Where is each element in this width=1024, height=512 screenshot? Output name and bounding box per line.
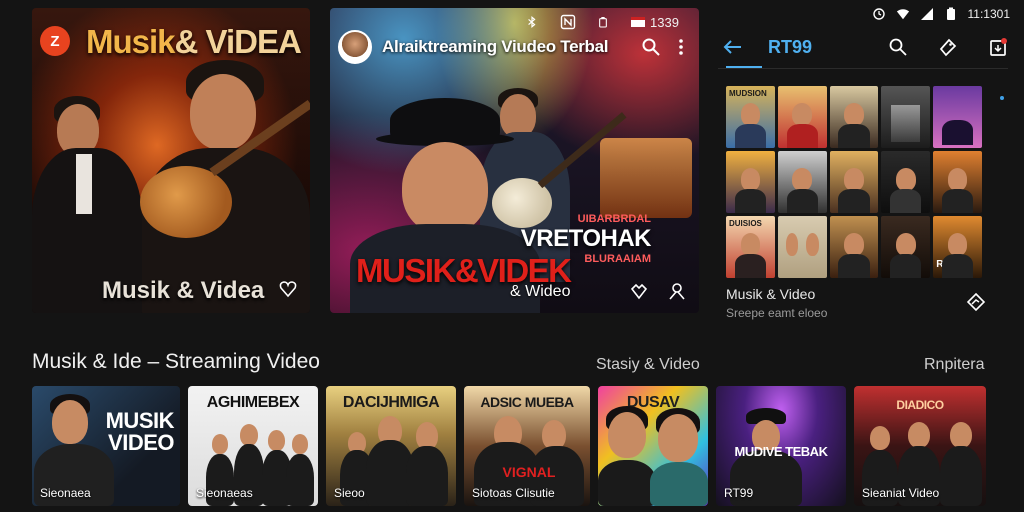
featured-left-caption: Musik & Videa xyxy=(102,277,265,304)
grid-tile[interactable] xyxy=(829,86,879,148)
toolbar-divider xyxy=(718,68,1008,69)
share-icon[interactable] xyxy=(966,292,986,312)
right-panel-toolbar: RT99 xyxy=(718,34,1008,60)
featured-mid-title: Alraiktreaming Viudeo Terbal xyxy=(382,37,609,56)
grid-tile[interactable]: DUISIOS xyxy=(726,216,775,278)
grid-tile[interactable] xyxy=(829,216,879,278)
share-icon[interactable] xyxy=(667,281,687,301)
tag-icon[interactable] xyxy=(938,37,958,57)
grid-tile[interactable] xyxy=(777,216,827,278)
status-bar-left: 1339 xyxy=(526,14,679,30)
status-time-left: 1339 xyxy=(650,14,679,30)
thumbnail-card[interactable]: AGHIMEBEX Sieonaeas xyxy=(188,386,318,506)
thumbnail-card[interactable]: DUSAV xyxy=(598,386,708,506)
right-panel: RT99 MUDSION DUISIOS RUIIO Musik & Video… xyxy=(718,0,1024,330)
featured-mid-header: Alraiktreaming Viudeo Terbal xyxy=(338,30,691,64)
grid-tile[interactable] xyxy=(881,216,931,278)
grid-tile[interactable] xyxy=(881,151,931,213)
row-see-all-link[interactable]: Rnpitera xyxy=(924,356,984,374)
featured-card-left[interactable]: Z Musik& ViDEA Musik & Videa xyxy=(32,8,310,313)
bluetooth-icon xyxy=(528,16,536,28)
right-panel-tools xyxy=(888,37,1008,57)
more-vertical-icon[interactable] xyxy=(671,37,691,57)
grid-tile[interactable] xyxy=(726,151,775,213)
grid-tile[interactable]: RUIIO xyxy=(933,216,982,278)
nfc-icon xyxy=(560,14,576,30)
thumbnail-card[interactable]: MUDIVE TEBAK RT99 xyxy=(716,386,846,506)
grid-tile[interactable] xyxy=(933,151,982,213)
tab-rt99[interactable]: RT99 xyxy=(768,37,812,58)
grid-tile[interactable] xyxy=(777,151,827,213)
search-icon[interactable] xyxy=(888,37,908,57)
grid-tile[interactable] xyxy=(881,86,931,148)
channel-avatar[interactable] xyxy=(338,30,372,64)
search-icon[interactable] xyxy=(641,37,661,57)
featured-card-mid[interactable]: Alraiktreaming Viudeo Terbal UIBARBRDAL … xyxy=(330,8,699,313)
poster-grid: MUDSION DUISIOS RUIIO xyxy=(726,86,982,278)
screen-icon xyxy=(631,17,645,27)
battery-small-icon xyxy=(599,17,607,28)
grid-tile[interactable]: MUDSION xyxy=(726,86,775,148)
artwork-stage-screen xyxy=(600,138,692,218)
thumbnail-card[interactable]: MUSIK VIDEO Sieonaea xyxy=(32,386,180,506)
grid-tile[interactable] xyxy=(777,86,827,148)
scroll-indicator xyxy=(1000,96,1004,100)
heart-icon[interactable] xyxy=(278,279,298,299)
row-subtitle[interactable]: Stasiy & Video xyxy=(596,356,700,374)
thumbnail-card[interactable]: DACIJHMIGA Sieoo xyxy=(326,386,456,506)
grid-tile[interactable] xyxy=(829,151,879,213)
featured-mid-caption: & Wideo xyxy=(510,283,571,300)
grid-tile[interactable] xyxy=(933,86,982,148)
notification-icon[interactable] xyxy=(988,37,1008,57)
back-button[interactable] xyxy=(718,34,748,60)
right-panel-caption: Musik & Video xyxy=(726,286,816,302)
arrow-left-icon xyxy=(723,40,741,54)
artwork-guitarist xyxy=(122,8,310,313)
thumbnail-row: MUSIK VIDEO Sieonaea AGHIMEBEX Sieonaeas… xyxy=(32,386,986,506)
thumbnail-card[interactable]: DIADICO Sieaniat Video xyxy=(854,386,986,506)
featured-mid-actions xyxy=(629,281,687,301)
row-title: Musik & Ide – Streaming Video xyxy=(32,350,320,373)
right-panel-subcaption: Sreepe eamt eloeo xyxy=(726,306,828,320)
thumbnail-card[interactable]: ADSIC MUEBA VIGNAL Siotoas Clisutie xyxy=(464,386,590,506)
heart-outline-icon[interactable] xyxy=(629,281,649,301)
